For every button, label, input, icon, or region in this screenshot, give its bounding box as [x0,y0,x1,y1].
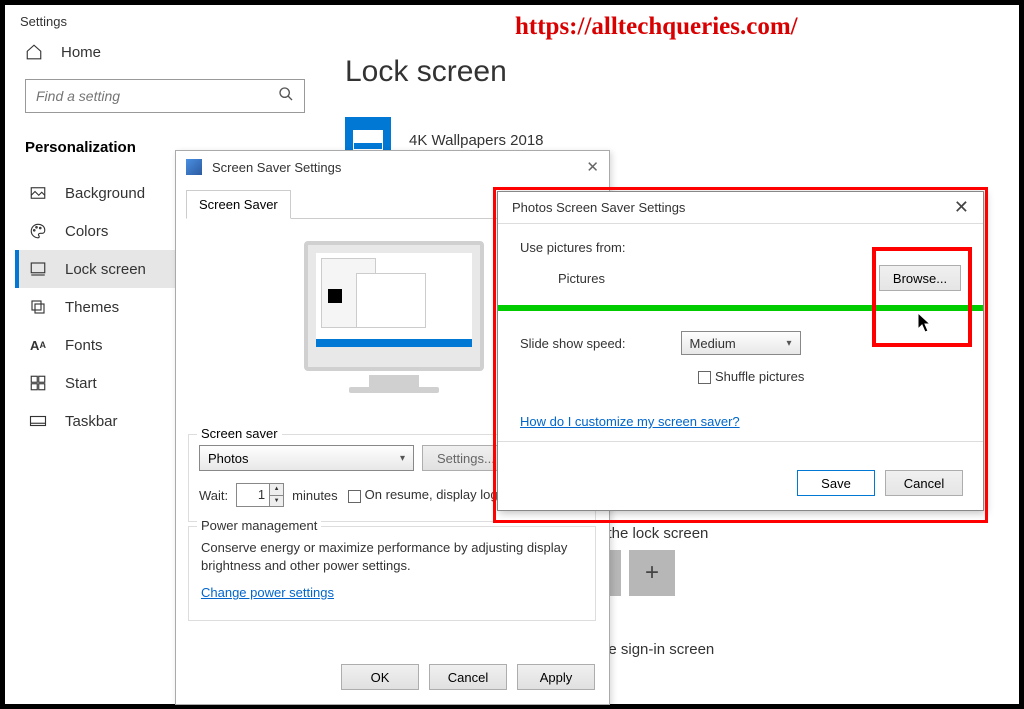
cancel-button[interactable]: Cancel [429,664,507,690]
browse-button[interactable]: Browse... [879,265,961,291]
themes-icon [29,298,47,316]
picture-icon [29,184,47,202]
nav-label: Colors [65,223,108,240]
dialog-titlebar[interactable]: Photos Screen Saver Settings [498,192,983,224]
fonts-icon: AA [29,336,47,354]
screensaver-preview [264,231,524,421]
onresume-checkbox[interactable] [348,490,361,503]
nav-label: Taskbar [65,413,118,430]
nav-label: Lock screen [65,261,146,278]
search-box[interactable] [25,79,305,113]
nav-label: Start [65,375,97,392]
power-group-label: Power management [197,518,321,533]
wait-spinner[interactable]: 1 ▲▼ [236,483,284,507]
wait-value: 1 [237,484,269,506]
spinner-down-icon[interactable]: ▼ [270,496,283,507]
search-icon [278,86,294,107]
app-title: Settings [20,14,67,29]
photos-screensaver-dialog: Photos Screen Saver Settings ✕ Use pictu… [497,191,984,511]
nav-label: Fonts [65,337,103,354]
nav-label: Themes [65,299,119,316]
dialog-icon [186,159,202,175]
customize-help-link[interactable]: How do I customize my screen saver? [520,414,740,429]
search-input[interactable] [36,88,266,104]
taskbar-icon [29,412,47,430]
wait-label: Wait: [199,488,228,503]
save-button[interactable]: Save [797,470,875,496]
annotation-line [498,305,983,311]
ok-button[interactable]: OK [341,664,419,690]
spinner-up-icon[interactable]: ▲ [270,484,283,496]
cancel-button[interactable]: Cancel [885,470,963,496]
close-icon[interactable]: ✕ [954,197,969,218]
add-app-button[interactable]: + [629,550,675,596]
palette-icon [29,222,47,240]
plus-icon: + [645,559,659,587]
tab-screensaver[interactable]: Screen Saver [186,190,291,219]
start-icon [29,374,47,392]
power-text: Conserve energy or maximize performance … [201,539,583,575]
select-value: Photos [208,451,248,466]
speed-select[interactable]: Medium ▾ [681,331,801,355]
home-icon [25,43,43,61]
separator [498,441,983,442]
home-nav[interactable]: Home [15,35,315,69]
screensaver-select[interactable]: Photos ▾ [199,445,414,471]
watermark-url: https://alltechqueries.com/ [515,13,798,41]
power-group: Power management Conserve energy or maxi… [188,526,596,621]
nav-label: Background [65,185,145,202]
dialog-title: Photos Screen Saver Settings [512,200,685,215]
power-settings-link[interactable]: Change power settings [201,585,334,600]
home-label: Home [61,44,101,61]
dialog-title: Screen Saver Settings [212,160,341,175]
main-content: Lock screen 4K Wallpapers 2018 [345,55,544,163]
group-label: Screen saver [197,426,282,441]
chevron-down-icon: ▾ [400,453,405,464]
pictures-folder-label: Pictures [558,271,605,286]
speed-value: Medium [690,336,736,351]
chevron-down-icon: ▾ [786,338,791,349]
speed-label: Slide show speed: [520,336,626,351]
lockscreen-icon [29,260,47,278]
app-tile-label: 4K Wallpapers 2018 [409,132,544,149]
use-pictures-label: Use pictures from: [520,240,961,255]
minutes-label: minutes [292,488,338,503]
shuffle-checkbox[interactable] [698,371,711,384]
page-title: Lock screen [345,55,544,89]
apply-button[interactable]: Apply [517,664,595,690]
dialog-titlebar[interactable]: Screen Saver Settings [176,151,609,183]
close-icon[interactable]: ✕ [586,158,599,176]
shuffle-label: Shuffle pictures [715,369,804,384]
